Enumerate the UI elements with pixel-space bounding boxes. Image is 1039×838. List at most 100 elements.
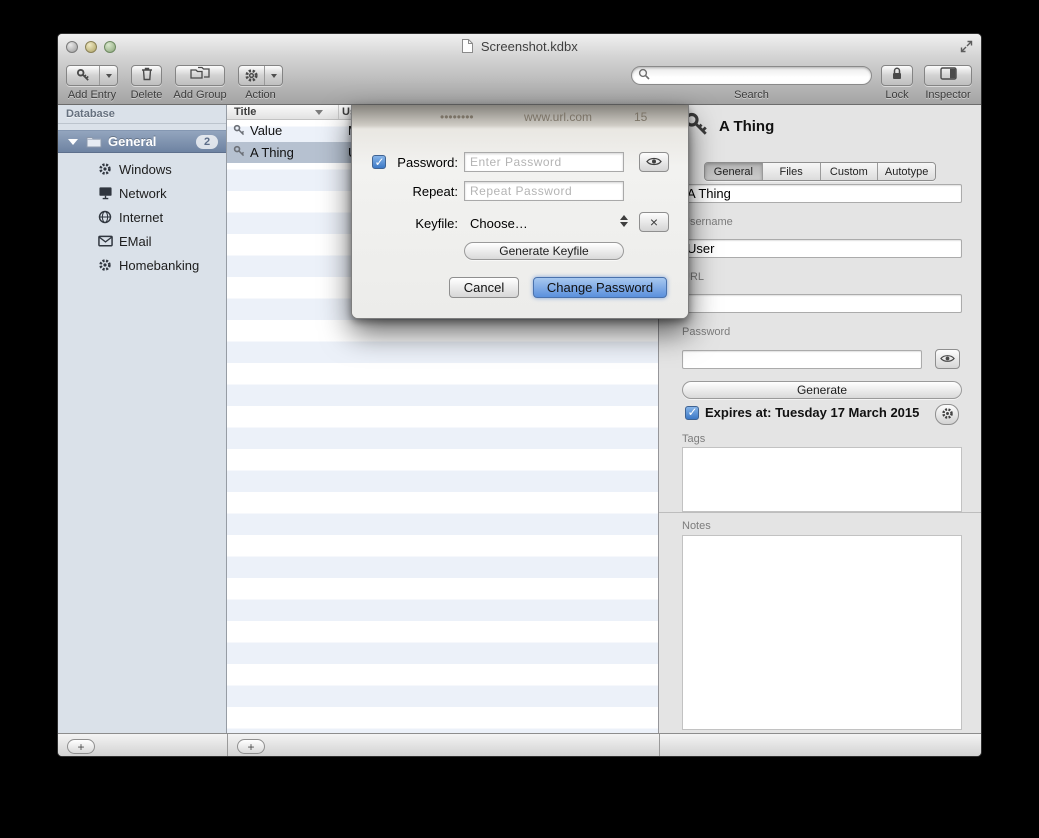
- sidebar-item-homebanking[interactable]: Homebanking: [58, 253, 226, 277]
- cancel-button[interactable]: Cancel: [449, 277, 519, 298]
- add-entry-label: Add Entry: [66, 89, 118, 101]
- dialog-password-label: Password:: [384, 155, 458, 170]
- search-input[interactable]: [654, 69, 865, 83]
- dialog-keyfile-label: Keyfile:: [384, 216, 458, 231]
- column-divider[interactable]: [338, 105, 339, 119]
- tab-autotype[interactable]: Autotype: [878, 163, 935, 180]
- column-header-title[interactable]: Title: [234, 106, 256, 118]
- popup-stepper-icon[interactable]: [620, 215, 628, 227]
- tags-label: Tags: [682, 433, 705, 445]
- lock-label: Lock: [873, 89, 921, 101]
- key-icon: [67, 66, 99, 85]
- sidebar: Database General 2 Windows Network: [58, 105, 227, 733]
- add-group-button[interactable]: [175, 65, 225, 86]
- folders-icon: [190, 66, 210, 85]
- add-entry-button[interactable]: [66, 65, 118, 86]
- trash-icon: [140, 66, 154, 86]
- delete-label: Delete: [118, 89, 175, 101]
- change-password-button[interactable]: Change Password: [533, 277, 667, 298]
- action-dropdown[interactable]: [264, 66, 282, 85]
- gear-icon: [97, 257, 113, 273]
- delete-button[interactable]: [131, 65, 162, 86]
- eye-icon: [940, 352, 955, 367]
- password-field[interactable]: [682, 350, 922, 369]
- gear-icon: [239, 66, 264, 85]
- keyfile-popup-value[interactable]: Choose…: [470, 216, 528, 231]
- entry-title: Value: [250, 123, 338, 138]
- titlebar[interactable]: Screenshot.kdbx: [58, 34, 981, 58]
- entry-count-badge: 2: [196, 135, 218, 149]
- notes-label: Notes: [682, 520, 711, 532]
- sidebar-item-email[interactable]: EMail: [58, 229, 226, 253]
- footer-divider: [659, 734, 660, 757]
- dialog-repeat-label: Repeat:: [384, 184, 458, 199]
- window-title: Screenshot.kdbx: [58, 39, 981, 54]
- clear-keyfile-button[interactable]: ×: [639, 212, 669, 232]
- change-password-sheet: •••••••• www.url.com 15 Password: Repeat…: [351, 105, 689, 319]
- add-group-label: Add Group: [171, 89, 229, 101]
- envelope-icon: [97, 233, 113, 249]
- key-icon: [233, 124, 247, 138]
- sidebar-group-label: General: [108, 134, 156, 149]
- close-icon: ×: [650, 214, 658, 230]
- inspector-entry-title: A Thing: [719, 118, 774, 135]
- reveal-password-button[interactable]: [935, 349, 960, 369]
- globe-icon: [97, 209, 113, 225]
- password-label: Password: [682, 326, 730, 338]
- sidebar-section-header: Database: [58, 105, 226, 124]
- folder-icon: [86, 135, 102, 148]
- gear-icon: [97, 161, 113, 177]
- document-icon: [461, 39, 473, 53]
- add-group-footer-button[interactable]: +: [67, 739, 95, 754]
- eye-icon: [646, 155, 662, 170]
- add-entry-dropdown[interactable]: [99, 66, 117, 85]
- inspector-button[interactable]: [924, 65, 972, 86]
- username-label: Username: [682, 216, 733, 228]
- notes-field[interactable]: [682, 535, 962, 730]
- obscured-url: www.url.com: [524, 110, 592, 124]
- obscured-password-dots: ••••••••: [440, 110, 474, 124]
- inspector-label: Inspector: [924, 89, 972, 101]
- search-label: Search: [631, 89, 872, 101]
- dialog-reveal-password-button[interactable]: [639, 152, 669, 172]
- inspector-panel-icon: [940, 67, 957, 85]
- tab-general[interactable]: General: [705, 163, 763, 180]
- search-field[interactable]: [631, 66, 872, 85]
- app-window: Screenshot.kdbx Add Entry Delete Add Gr: [57, 33, 982, 757]
- generate-keyfile-button[interactable]: Generate Keyfile: [464, 242, 624, 260]
- inspector-divider: [659, 512, 982, 513]
- sidebar-item-network[interactable]: Network: [58, 181, 226, 205]
- fullscreen-icon[interactable]: [960, 40, 973, 58]
- action-label: Action: [238, 89, 283, 101]
- obscured-mod: 15: [634, 110, 647, 124]
- sidebar-item-windows[interactable]: Windows: [58, 157, 226, 181]
- expires-checkbox[interactable]: [685, 406, 699, 420]
- title-field[interactable]: [682, 184, 962, 203]
- footer-bar: + +: [58, 733, 981, 757]
- expires-row: Expires at: Tuesday 17 March 2015: [685, 405, 919, 420]
- sidebar-item-internet[interactable]: Internet: [58, 205, 226, 229]
- sidebar-group-general[interactable]: General 2: [58, 130, 226, 153]
- gear-icon: [941, 407, 954, 423]
- window-header: Screenshot.kdbx Add Entry Delete Add Gr: [58, 34, 981, 105]
- add-entry-footer-button[interactable]: +: [237, 739, 265, 754]
- tags-field[interactable]: [682, 447, 962, 512]
- key-icon: [233, 145, 247, 159]
- tab-files[interactable]: Files: [763, 163, 821, 180]
- username-field[interactable]: [682, 239, 962, 258]
- url-field[interactable]: [682, 294, 962, 313]
- dialog-repeat-input[interactable]: [464, 181, 624, 201]
- search-icon: [638, 67, 650, 85]
- sheet-obscured-row: •••••••• www.url.com 15: [352, 105, 688, 129]
- tab-custom[interactable]: Custom: [821, 163, 879, 180]
- entry-title: A Thing: [250, 145, 338, 160]
- disclosure-triangle-icon[interactable]: [68, 139, 78, 145]
- padlock-icon: [890, 66, 904, 86]
- lock-button[interactable]: [881, 65, 913, 86]
- dialog-password-input[interactable]: [464, 152, 624, 172]
- expires-options-button[interactable]: [935, 404, 959, 425]
- action-button[interactable]: [238, 65, 283, 86]
- inspector-panel: A Thing General Files Custom Autotype Us…: [659, 105, 982, 733]
- generate-password-button[interactable]: Generate: [682, 381, 962, 399]
- sort-descending-icon: [315, 110, 323, 115]
